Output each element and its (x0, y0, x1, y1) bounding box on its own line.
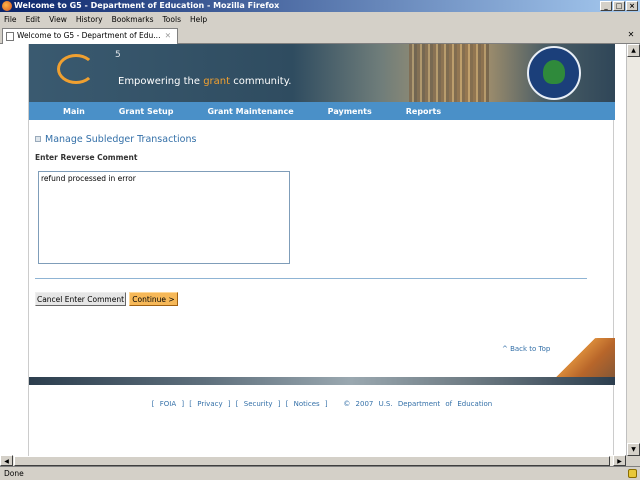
window-controls: _ □ × (600, 1, 638, 11)
scroll-thumb[interactable] (14, 456, 610, 466)
menu-view[interactable]: View (49, 15, 67, 24)
scroll-down-icon[interactable]: ▼ (627, 443, 640, 456)
page-title-text: Manage Subledger Transactions (45, 134, 197, 145)
heading-bullet-icon (35, 136, 41, 142)
tagline-grant: grant (203, 76, 231, 87)
tab-close-icon[interactable]: ✕ (165, 29, 171, 43)
copyright-text: © 2007 U.S. Department of Education (343, 400, 493, 408)
page-title: Manage Subledger Transactions (35, 134, 196, 145)
nav-grant-maintenance[interactable]: Grant Maintenance (207, 107, 293, 116)
site-footer: [ FOIA ] [ Privacy ] [ Security ] [ Noti… (151, 400, 493, 408)
tagline-text: Empowering the (118, 76, 204, 87)
footer-privacy-link[interactable]: Privacy (197, 400, 222, 408)
footer-strip (29, 377, 615, 385)
window-titlebar: Welcome to G5 - Department of Education … (0, 0, 640, 12)
comment-label: Enter Reverse Comment (35, 153, 138, 162)
logo-superscript: 5 (115, 50, 121, 60)
page-icon (6, 32, 14, 41)
library-image (409, 44, 489, 102)
back-to-top-link[interactable]: ^ Back to Top (502, 345, 550, 353)
status-bar: Done (0, 466, 640, 480)
site-banner: 5 Empowering the grant community. (29, 44, 615, 102)
menu-file[interactable]: File (4, 15, 17, 24)
divider (35, 278, 587, 279)
tab-bar: Welcome to G5 - Department of Edu... ✕ ✕ (0, 26, 640, 44)
window-title: Welcome to G5 - Department of Education … (14, 1, 280, 10)
scroll-up-icon[interactable]: ▲ (627, 44, 640, 57)
footer-security-link[interactable]: Security (244, 400, 273, 408)
vertical-scrollbar[interactable]: ▲ ▼ (626, 44, 640, 456)
minimize-icon[interactable]: _ (600, 1, 612, 11)
maximize-icon[interactable]: □ (613, 1, 625, 11)
close-tab-icon[interactable]: ✕ (626, 30, 636, 40)
nav-payments[interactable]: Payments (328, 107, 372, 116)
nav-grant-setup[interactable]: Grant Setup (119, 107, 174, 116)
banner-tagline: Empowering the grant community. (118, 76, 291, 87)
lock-icon (628, 469, 637, 478)
scroll-right-icon[interactable]: ▶ (613, 455, 626, 466)
footer-notices-link[interactable]: Notices (294, 400, 320, 408)
firefox-icon (2, 1, 12, 11)
menu-tools[interactable]: Tools (163, 15, 181, 24)
horizontal-scrollbar[interactable]: ◀ ▶ (0, 455, 626, 466)
cancel-enter-comment-button[interactable]: Cancel Enter Comment (35, 292, 126, 306)
nav-main[interactable]: Main (63, 107, 85, 116)
reverse-comment-input[interactable]: refund processed in error (38, 171, 290, 264)
g5-logo-icon (57, 54, 95, 84)
menu-history[interactable]: History (76, 15, 103, 24)
continue-button[interactable]: Continue > (129, 292, 178, 306)
page-container: 5 Empowering the grant community. Main G… (28, 44, 615, 456)
browser-tab[interactable]: Welcome to G5 - Department of Edu... ✕ (2, 28, 178, 44)
menu-edit[interactable]: Edit (26, 15, 41, 24)
close-icon[interactable]: × (626, 1, 638, 11)
menu-bar: File Edit View History Bookmarks Tools H… (0, 12, 640, 26)
department-seal-icon (527, 46, 581, 100)
tab-title: Welcome to G5 - Department of Edu... (17, 31, 161, 40)
scroll-left-icon[interactable]: ◀ (0, 455, 13, 466)
nav-reports[interactable]: Reports (406, 107, 441, 116)
tagline-end: community. (230, 76, 292, 87)
menu-bookmarks[interactable]: Bookmarks (112, 15, 154, 24)
main-nav: Main Grant Setup Grant Maintenance Payme… (29, 102, 615, 120)
status-text: Done (4, 469, 24, 478)
footer-foia-link[interactable]: FOIA (160, 400, 176, 408)
page-viewport: 5 Empowering the grant community. Main G… (0, 44, 626, 456)
menu-help[interactable]: Help (190, 15, 207, 24)
